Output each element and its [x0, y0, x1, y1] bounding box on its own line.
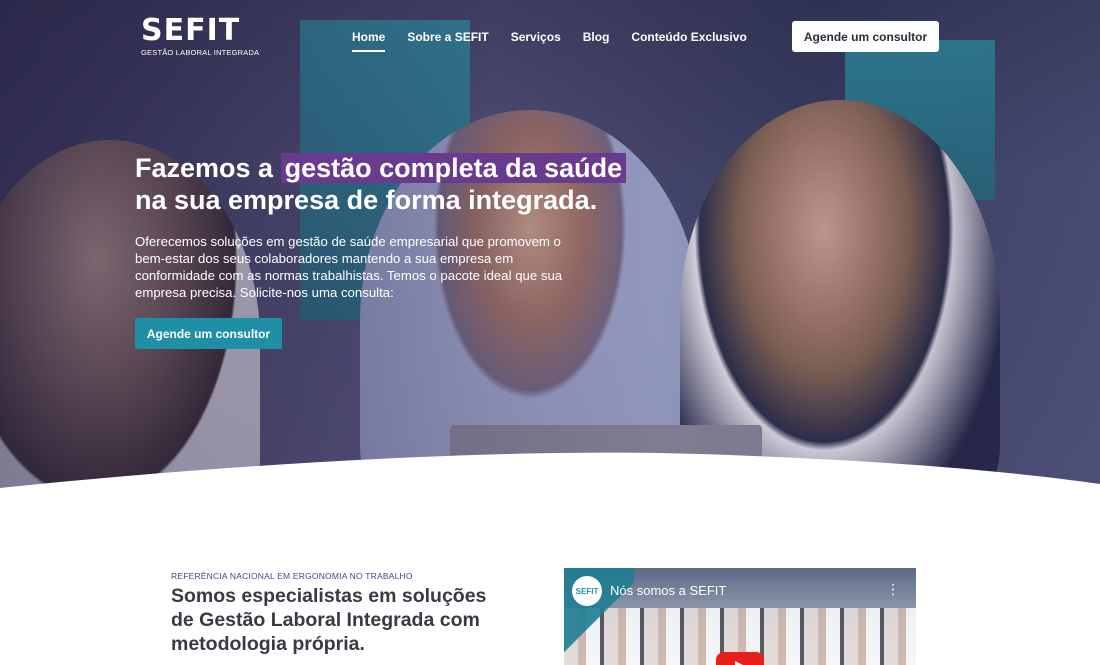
headline-highlight: gestão completa da saúde: [280, 153, 627, 183]
play-icon[interactable]: [716, 652, 764, 665]
hero-bottom-curve: [0, 452, 1100, 520]
video-embed[interactable]: SEFIT Nós somos a SEFIT ⋮: [564, 568, 916, 665]
hero-lead: Oferecemos soluções em gestão de saúde e…: [135, 234, 563, 300]
main-nav: Home Sobre a SEFIT Serviços Blog Conteúd…: [352, 26, 769, 52]
schedule-consultant-hero-button[interactable]: Agende um consultor: [135, 318, 282, 349]
nav-item-sobre[interactable]: Sobre a SEFIT: [407, 26, 488, 52]
logo-wordmark: SEFIT: [141, 13, 241, 48]
nav-item-blog[interactable]: Blog: [583, 26, 610, 52]
channel-avatar[interactable]: SEFIT: [572, 576, 602, 606]
logo-tagline: GESTÃO LABORAL INTEGRADA: [141, 48, 260, 57]
logo[interactable]: SEFIT GESTÃO LABORAL INTEGRADA: [141, 13, 260, 58]
nav-item-servicos[interactable]: Serviços: [511, 26, 561, 52]
section-eyebrow: REFERÊNCIA NACIONAL EM ERGONOMIA NO TRAB…: [171, 571, 413, 581]
headline-post: na sua empresa de forma integrada.: [135, 185, 598, 215]
section-title: Somos especialistas em soluções de Gestã…: [171, 585, 487, 655]
nav-item-conteudo-exclusivo[interactable]: Conteúdo Exclusivo: [631, 26, 746, 52]
schedule-consultant-nav-button[interactable]: Agende um consultor: [792, 21, 939, 52]
headline-pre: Fazemos a: [135, 153, 274, 183]
nav-item-home[interactable]: Home: [352, 26, 386, 52]
more-options-icon[interactable]: ⋮: [886, 582, 900, 600]
hero-headline: Fazemos a gestão completa da saúde na su…: [135, 152, 655, 216]
video-title[interactable]: Nós somos a SEFIT: [610, 583, 726, 598]
